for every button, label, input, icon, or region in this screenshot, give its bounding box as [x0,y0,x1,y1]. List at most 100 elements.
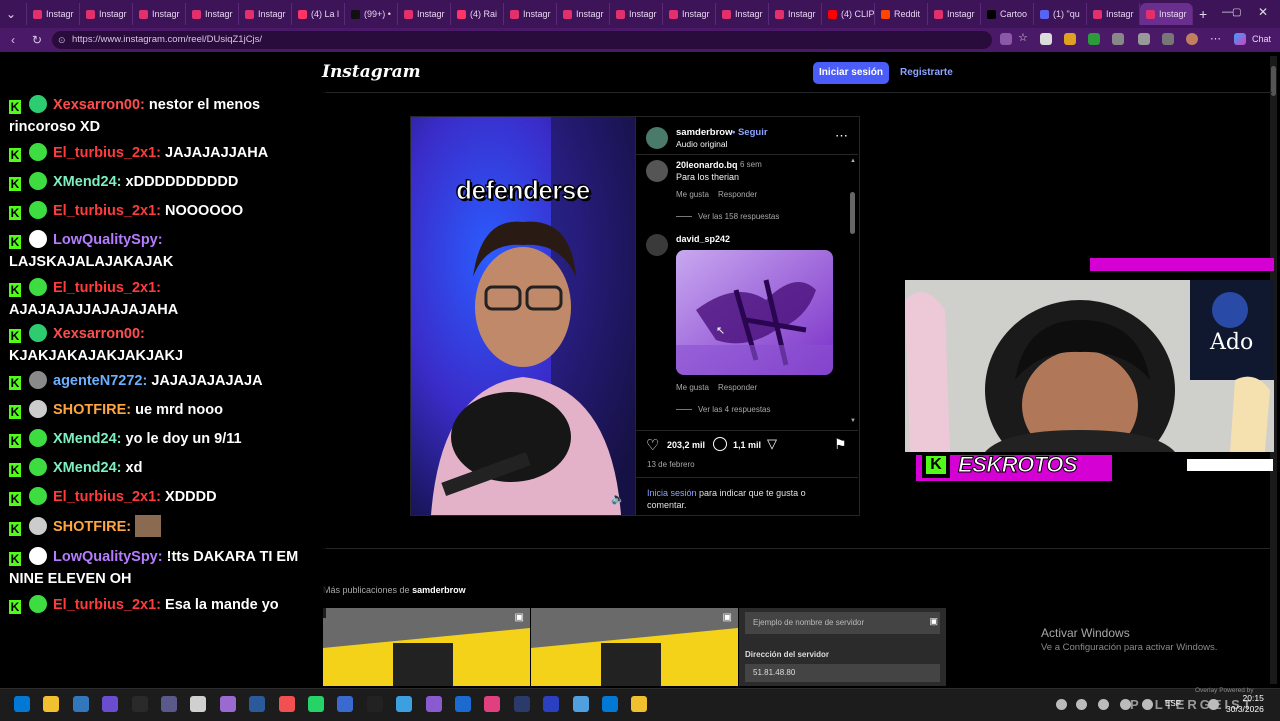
comment-count[interactable]: 1,1 mil [733,440,761,450]
extension-icon-3[interactable] [1088,33,1100,45]
chat-username[interactable]: XMend24: [53,460,122,476]
tab-list-chevron-icon[interactable]: ⌄ [0,3,27,25]
chat-label[interactable]: Chat [1252,34,1271,44]
view-replies-link[interactable]: Ver las 158 respuestas [698,212,779,221]
system-tray-icon[interactable] [1056,699,1067,710]
chat-username[interactable]: LowQualitySpy: [53,549,163,565]
whatsapp-icon[interactable] [366,696,383,712]
signup-link[interactable]: Registrarte [900,62,953,84]
chat-username[interactable]: agenteN7272: [53,373,147,389]
chat-username[interactable]: Xexsarron00: [53,97,145,113]
favorite-star-icon[interactable]: ☆ [1018,31,1030,44]
browser-tab[interactable]: Instagr [398,3,451,25]
browser-tab[interactable]: Instagr [186,3,239,25]
browser-tab[interactable]: Instagr [80,3,133,25]
more-post-thumbnail[interactable]: ▣ [531,608,738,686]
scroll-up-icon[interactable]: ▲ [850,158,856,164]
comments-scroll-thumb[interactable] [850,192,855,234]
chat-username[interactable]: LowQualitySpy: [53,232,163,248]
steam-icon[interactable] [161,696,177,712]
twitch-icon[interactable] [484,696,501,712]
scroll-down-icon[interactable]: ▼ [850,418,856,424]
more-posts-user[interactable]: samderbrow [412,585,466,595]
chat-username[interactable]: El_turbius_2x1: [53,280,161,296]
browser-tab[interactable]: Instagr [504,3,557,25]
browser-tab[interactable]: Instagr [557,3,610,25]
notepad-icon[interactable] [455,696,471,712]
system-tray-icon[interactable] [1098,699,1109,710]
settings-icon[interactable] [219,696,236,712]
author-avatar[interactable] [646,127,668,149]
browser-tab[interactable]: (1) "qu [1034,3,1087,25]
profile-avatar[interactable] [1186,33,1198,45]
browser-tab[interactable]: Instagr [716,3,769,25]
window-maximize-icon[interactable]: ▢ [1232,7,1241,18]
comment-like-button[interactable]: Me gusta [676,190,709,199]
system-tray-icon[interactable] [1076,699,1087,710]
comment-like-button[interactable]: Me gusta [676,383,709,392]
chat-username[interactable]: SHOTFIRE: [53,402,131,418]
url-field[interactable]: https://www.instagram.com/reel/DUsiqZ1jC… [52,31,992,49]
audio-app-icon[interactable] [572,696,589,712]
browser-tab[interactable]: Reddit [875,3,928,25]
author-name[interactable]: samderbrow [676,127,733,138]
steam-icon-2[interactable] [513,696,530,712]
back-icon[interactable]: ‹ [4,31,22,49]
youtube-icon[interactable] [337,696,354,712]
comment-reply-button[interactable]: Responder [718,190,757,199]
copilot-icon[interactable] [1234,33,1246,45]
extension-icon[interactable] [1040,33,1052,45]
system-tray-icon[interactable] [1120,699,1131,710]
chat-username[interactable]: XMend24: [53,174,122,190]
apps-icon[interactable] [1000,33,1012,45]
photoshop-icon[interactable] [278,696,295,712]
browser-tab[interactable]: Instagr [133,3,186,25]
comments-scrollbar[interactable]: ▲ ▼ [849,158,857,428]
commenter-name[interactable]: david_sp242 [676,234,730,244]
commenter-avatar[interactable] [646,234,668,256]
capcut-icon[interactable] [308,696,324,712]
login-button[interactable]: Iniciar sesión [813,62,889,84]
volume-icon[interactable]: 🔈 [611,492,625,505]
login-prompt-link[interactable]: Inicia sesión [647,488,697,498]
chat-username[interactable]: El_turbius_2x1: [53,145,161,161]
favorites-icon[interactable] [1162,33,1174,45]
chat-username[interactable]: SHOTFIRE: [53,519,131,535]
commenter-avatar[interactable] [646,160,668,182]
bookmark-icon[interactable]: ⚑ [834,436,847,453]
browser-tab[interactable]: Instagr [663,3,716,25]
refresh-ext-icon[interactable] [1112,33,1124,45]
follow-link[interactable]: • Seguir [732,127,768,138]
start-windows-icon[interactable] [14,696,30,712]
browser-tab[interactable]: Instagr [239,3,292,25]
more-menu-icon[interactable]: ⋯ [1210,32,1221,45]
edge-browser-icon[interactable] [72,696,89,712]
epic-games-icon[interactable] [425,696,442,712]
instagram-logo[interactable]: Instagram [322,62,421,82]
browser-tab[interactable]: (4) La l [292,3,345,25]
chat-username[interactable]: Xexsarron00: [53,326,145,342]
browser-tab[interactable]: Cartoo [981,3,1034,25]
extensions-puzzle-icon[interactable] [1138,33,1150,45]
browser-tab[interactable]: Instagr [928,3,981,25]
chrome-icon[interactable] [543,696,560,712]
system-tray-icon[interactable] [1142,699,1153,710]
comment-image[interactable] [676,250,833,375]
browser-tab[interactable]: Instagr [1087,3,1140,25]
share-send-icon[interactable]: ▽ [767,436,777,452]
browser-tab[interactable]: Instagr [769,3,822,25]
extension-icon-2[interactable] [1064,33,1076,45]
browser-tab[interactable]: Instagr [1140,3,1193,25]
chat-username[interactable]: El_turbius_2x1: [53,203,161,219]
obs-icon[interactable] [190,696,207,712]
like-heart-icon[interactable]: ♡ [646,436,659,454]
reload-icon[interactable]: ↻ [28,31,46,49]
site-info-icon[interactable]: ⊙ [58,35,66,46]
system-tray-icon[interactable] [1208,699,1219,710]
chat-username[interactable]: El_turbius_2x1: [53,597,161,613]
comment-reply-button[interactable]: Responder [718,383,757,392]
media-player-icon[interactable] [602,696,618,712]
browser-tab[interactable]: (99+) • [345,3,398,25]
chat-username[interactable]: XMend24: [53,431,122,447]
commenter-name[interactable]: 20leonardo.bq [676,160,738,170]
